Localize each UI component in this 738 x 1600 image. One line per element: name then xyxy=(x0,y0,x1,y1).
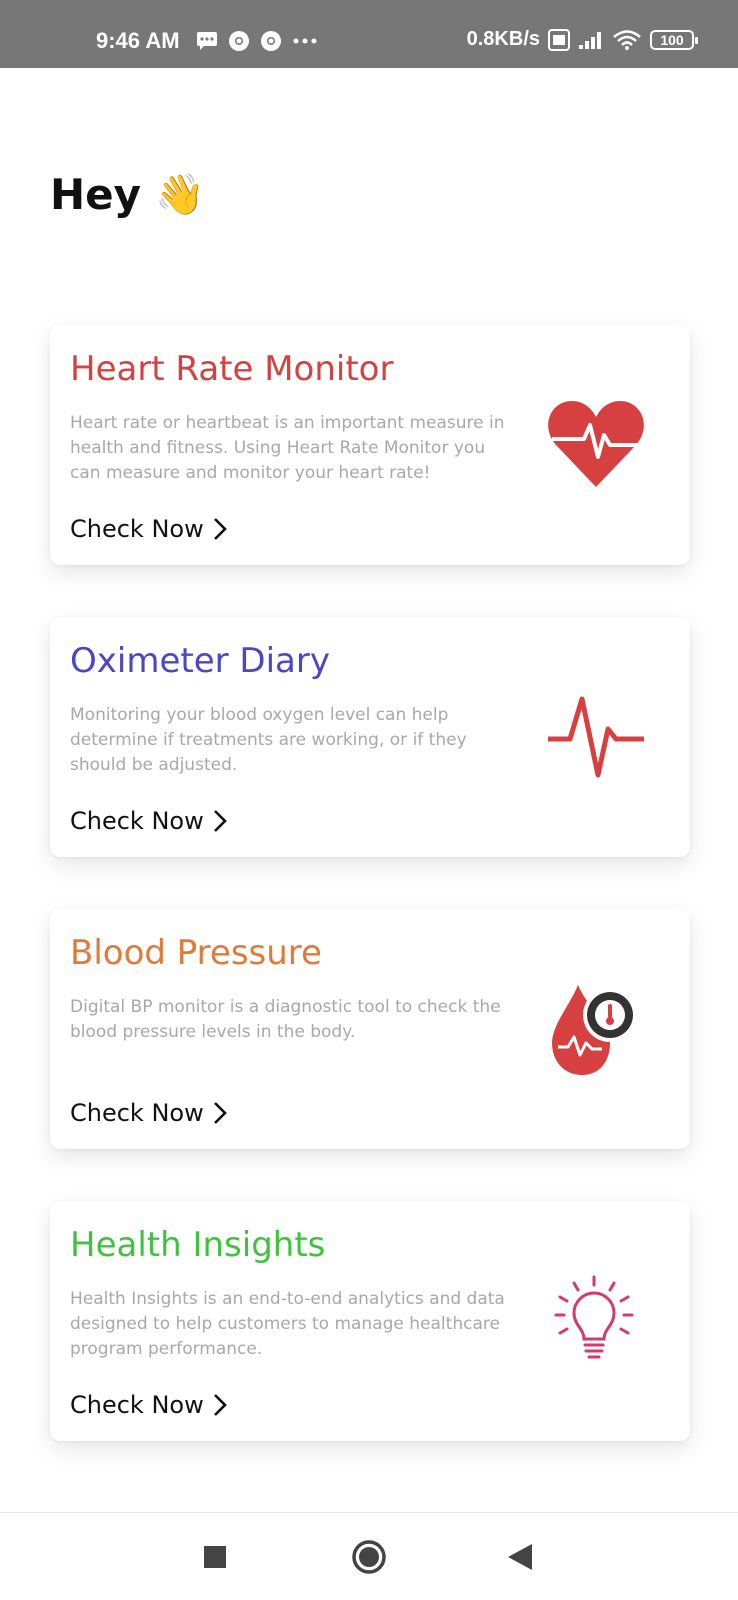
card-description: Monitoring your blood oxygen level can h… xyxy=(70,705,467,775)
card-title: Health Insights xyxy=(70,1225,326,1265)
lightbulb-icon xyxy=(554,1275,634,1359)
chevron-right-icon xyxy=(213,1394,227,1416)
message-icon xyxy=(197,32,217,50)
greeting: Hey 👋 xyxy=(50,170,205,219)
notification-icons xyxy=(196,30,318,52)
chrome-icon xyxy=(261,31,281,51)
network-speed: 0.8KB/s xyxy=(466,28,540,50)
chevron-right-icon xyxy=(213,1102,227,1124)
status-bar: 9:46 AM 0.8KB/s 100 xyxy=(0,0,738,68)
greeting-text: Hey xyxy=(50,170,142,219)
blood-drop-gauge-icon xyxy=(552,985,637,1075)
check-now-button[interactable]: Check Now xyxy=(70,515,228,543)
card-title: Heart Rate Monitor xyxy=(70,349,394,389)
card-description: Digital BP monitor is a diagnostic tool … xyxy=(70,997,501,1042)
check-now-button[interactable]: Check Now xyxy=(70,1099,228,1127)
card-description: Heart rate or heartbeat is an important … xyxy=(70,413,505,483)
card-title: Oximeter Diary xyxy=(70,641,330,681)
signal-icon xyxy=(579,31,601,49)
status-right: 0.8KB/s 100 xyxy=(466,28,698,51)
battery-icon: 100 xyxy=(650,29,698,50)
status-time: 9:46 AM xyxy=(96,28,180,53)
check-now-button[interactable]: Check Now xyxy=(70,1391,228,1419)
waving-hand-icon: 👋 xyxy=(155,172,205,218)
card-health-insights[interactable]: Health Insights Health Insights is an en… xyxy=(50,1201,690,1441)
card-blood-pressure[interactable]: Blood Pressure Digital BP monitor is a d… xyxy=(50,909,690,1149)
check-now-label: Check Now xyxy=(70,807,204,835)
card-oximeter-diary[interactable]: Oximeter Diary Monitoring your blood oxy… xyxy=(50,617,690,857)
more-icon xyxy=(293,38,317,44)
pulse-line-icon xyxy=(548,696,644,778)
home-icon[interactable] xyxy=(351,1539,387,1575)
check-now-label: Check Now xyxy=(70,1099,204,1127)
wifi-icon xyxy=(613,29,641,50)
system-nav-bar xyxy=(0,1513,738,1600)
chevron-right-icon xyxy=(213,810,227,832)
card-heart-rate-monitor[interactable]: Heart Rate Monitor Heart rate or heartbe… xyxy=(50,325,690,565)
card-description: Health Insights is an end-to-end analyti… xyxy=(70,1289,505,1359)
chrome-icon xyxy=(229,31,249,51)
volte-icon xyxy=(548,28,570,51)
check-now-label: Check Now xyxy=(70,1391,204,1419)
recents-icon[interactable] xyxy=(204,1546,226,1568)
back-icon[interactable] xyxy=(508,1544,532,1570)
chevron-right-icon xyxy=(213,518,227,540)
check-now-button[interactable]: Check Now xyxy=(70,807,228,835)
heart-pulse-icon xyxy=(548,401,644,487)
card-title: Blood Pressure xyxy=(70,933,322,973)
check-now-label: Check Now xyxy=(70,515,204,543)
